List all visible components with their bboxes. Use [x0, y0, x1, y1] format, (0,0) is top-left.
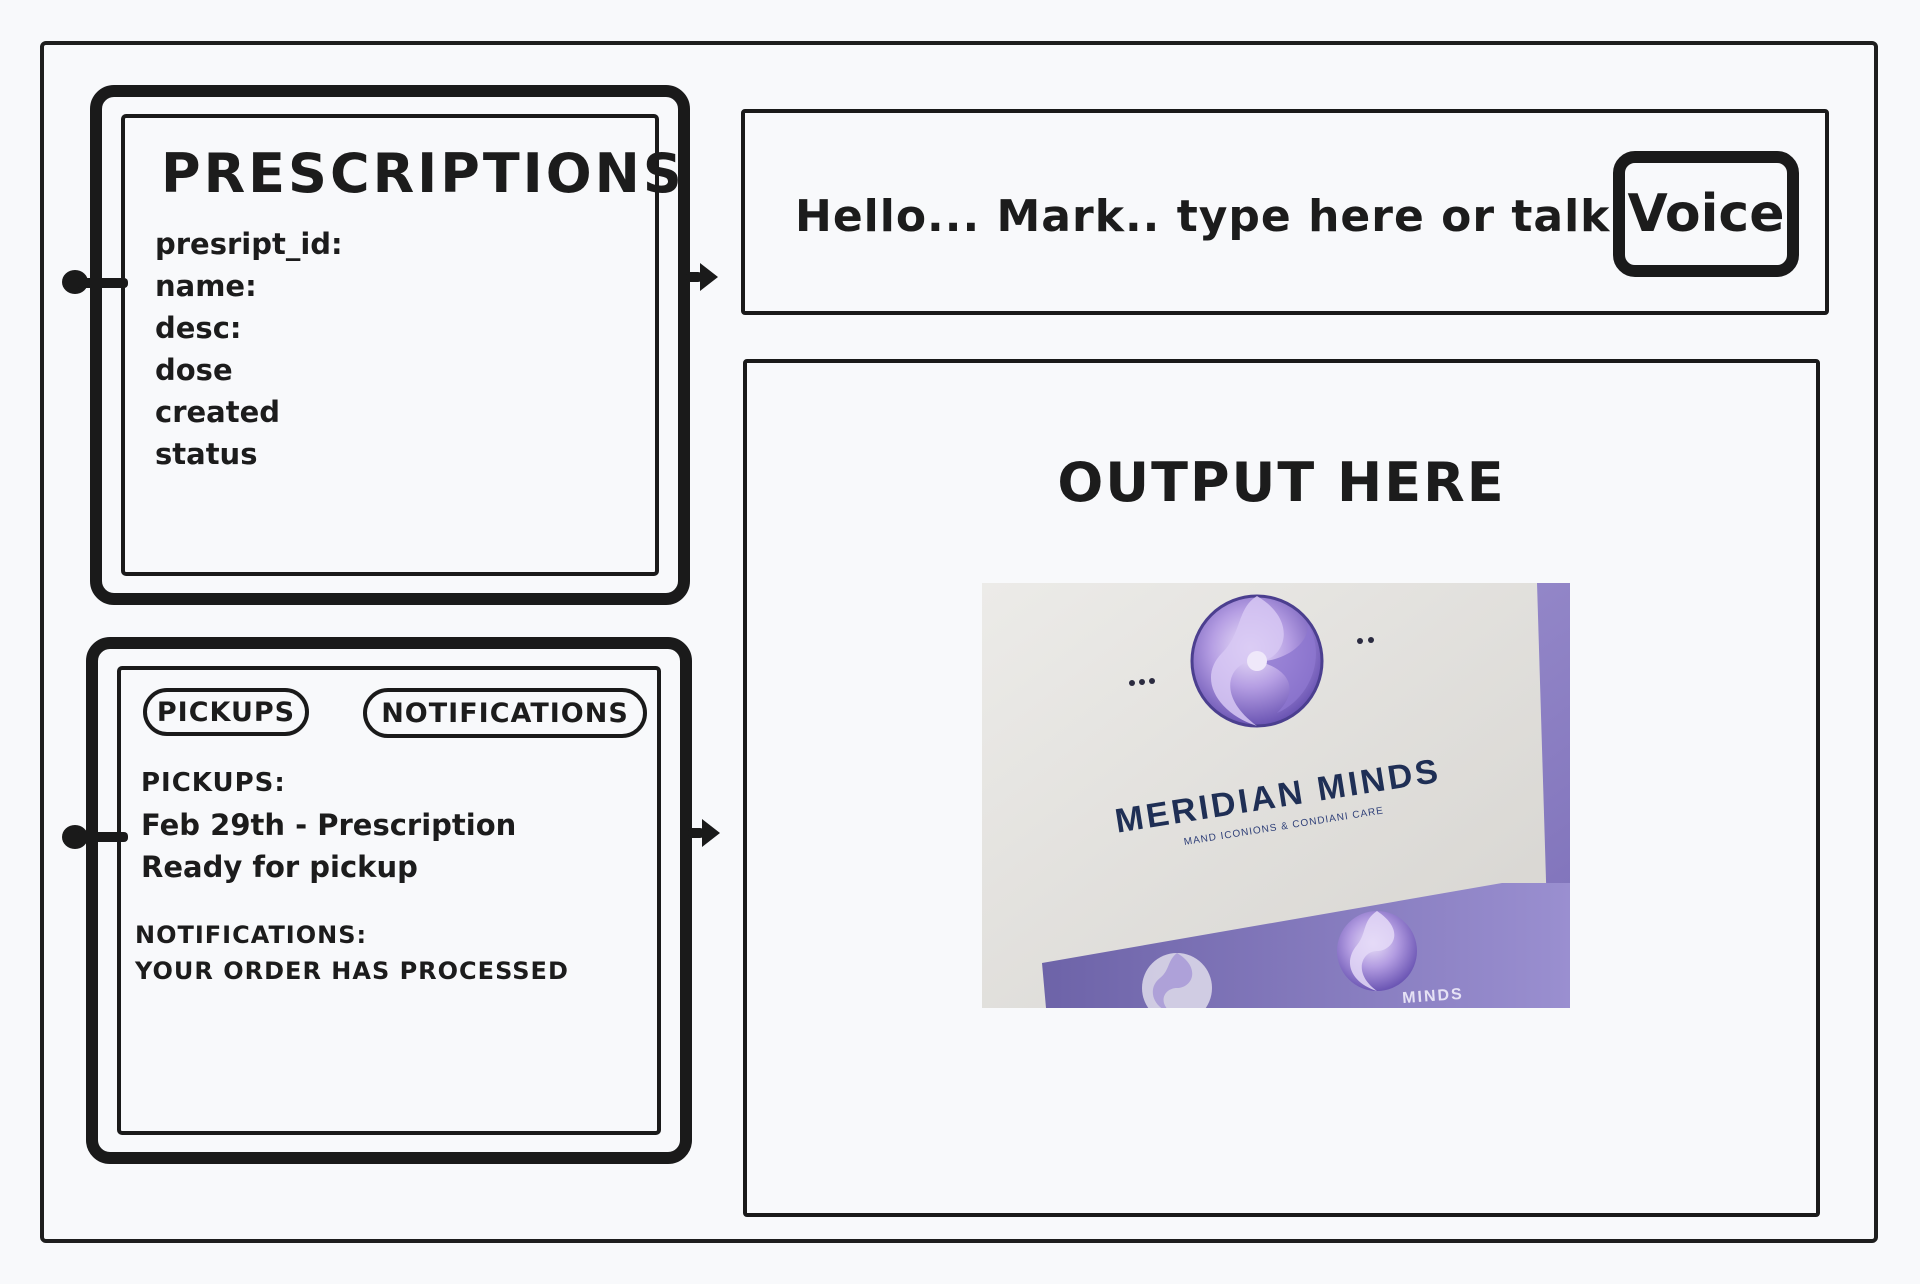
pickup-item-status: Ready for pickup: [141, 850, 418, 884]
field-prescript-id: presript_id:: [155, 227, 343, 261]
output-panel: OUTPUT HERE MERIDIAN MINDS MAND ICONIONS…: [743, 359, 1820, 1217]
swirl-logo-icon: [1190, 594, 1324, 728]
chat-input-placeholder[interactable]: Hello... Mark.. type here or talk: [795, 191, 1610, 242]
tab-pickups[interactable]: PICKUPS: [143, 688, 309, 736]
field-created: created: [155, 395, 281, 429]
field-dose: dose: [155, 353, 233, 387]
output-title: OUTPUT HERE: [1057, 451, 1506, 514]
pickups-left-connector: [76, 832, 128, 842]
pickups-notifications-panel: PICKUPS NOTIFICATIONS PICKUPS: Feb 29th …: [86, 637, 692, 1164]
prescriptions-panel-inner: PRESCRIPTIONS presript_id: name: desc: d…: [121, 114, 682, 576]
pickups-heading: PICKUPS:: [141, 768, 286, 798]
pickups-notifications-panel-inner: PICKUPS NOTIFICATIONS PICKUPS: Feb 29th …: [117, 666, 661, 1135]
tab-notifications[interactable]: NOTIFICATIONS: [363, 688, 647, 738]
pickups-right-arrow-icon: [702, 819, 720, 847]
prescriptions-panel: PRESCRIPTIONS presript_id: name: desc: d…: [90, 85, 690, 605]
prescriptions-right-arrow-icon: [700, 263, 718, 291]
prescriptions-title: PRESCRIPTIONS: [161, 142, 685, 205]
notifications-heading: NOTIFICATIONS:: [135, 921, 368, 949]
prescriptions-left-connector: [76, 278, 128, 288]
field-desc: desc:: [155, 311, 242, 345]
pickup-item-date: Feb 29th - Prescription: [141, 808, 517, 842]
meridian-minds-logo-image: MERIDIAN MINDS MAND ICONIONS & CONDIANI …: [982, 583, 1570, 1008]
voice-button[interactable]: Voice: [1613, 151, 1799, 277]
chat-input-box[interactable]: Hello... Mark.. type here or talk Voice: [741, 109, 1829, 315]
prescription-field-list: presript_id: name: desc: dose created st…: [155, 223, 343, 475]
field-name: name:: [155, 269, 257, 303]
notification-message: YOUR ORDER HAS PROCESSED: [135, 957, 569, 985]
field-status: status: [155, 437, 258, 471]
